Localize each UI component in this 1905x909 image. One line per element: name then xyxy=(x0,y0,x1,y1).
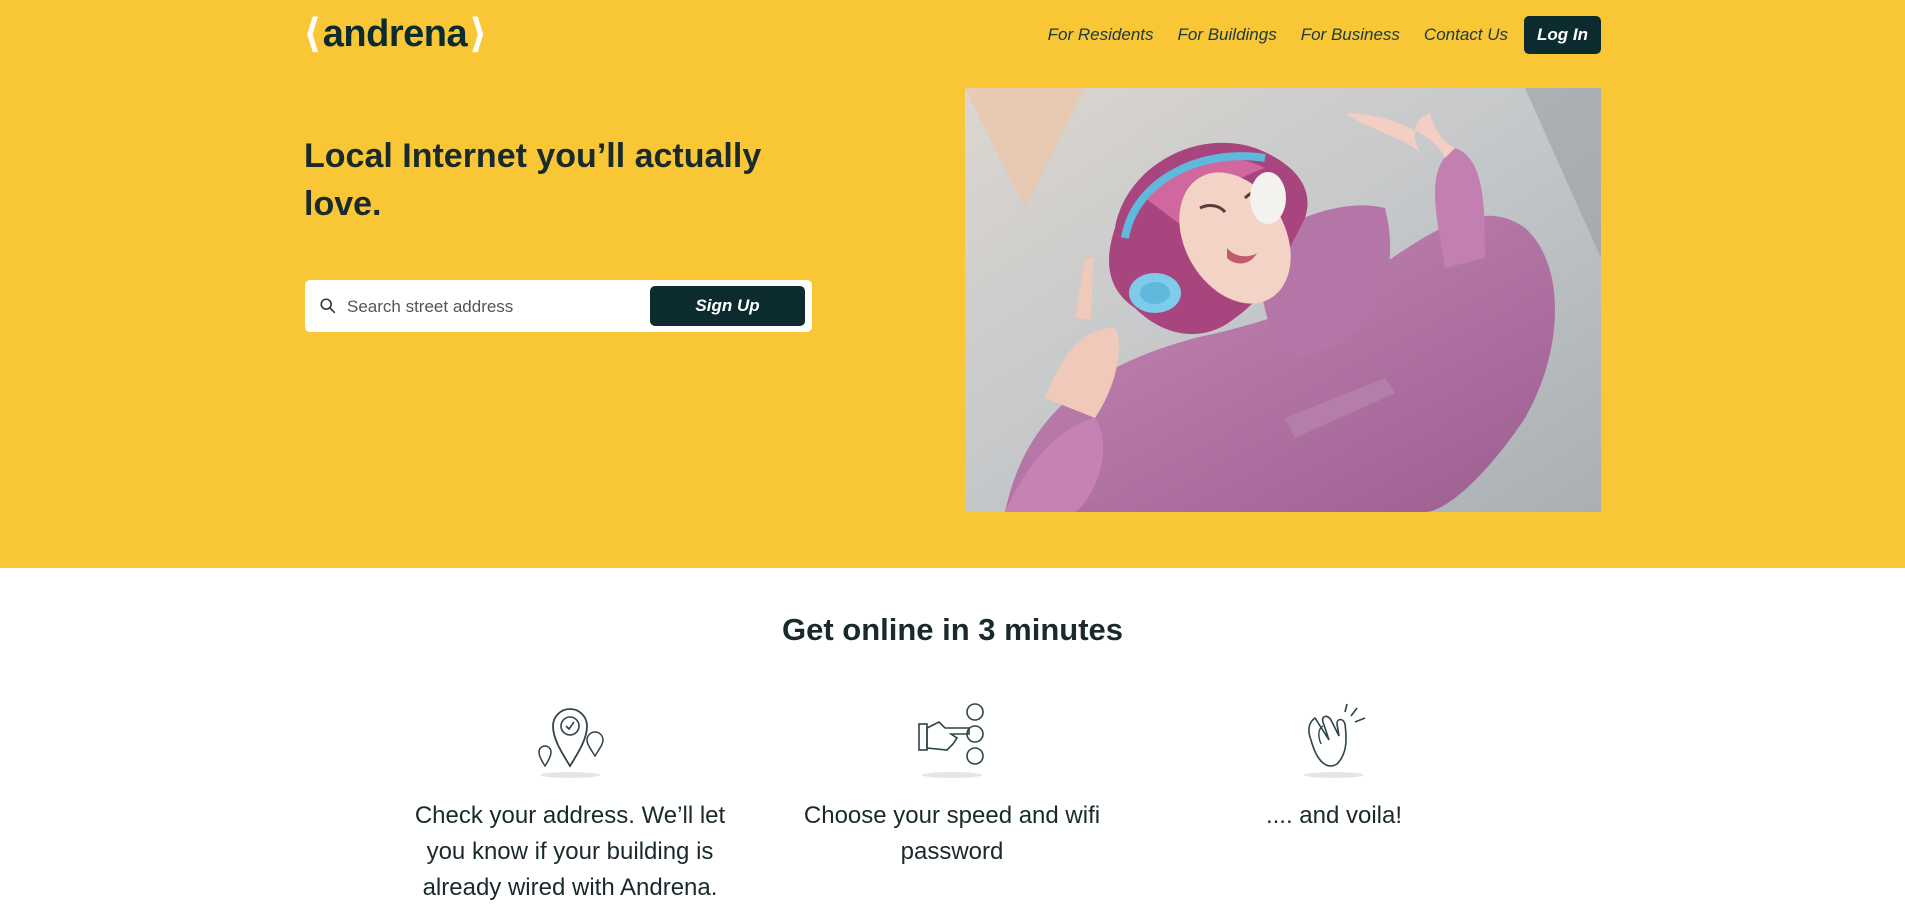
nav-for-residents[interactable]: For Residents xyxy=(1048,25,1154,45)
location-pin-check-icon xyxy=(538,708,604,778)
hero-section: ⟨ andrena ⟩ For Residents For Buildings … xyxy=(0,0,1905,568)
step-text: .... and voila! xyxy=(1265,802,1403,829)
top-nav: For Residents For Buildings For Business… xyxy=(1024,16,1601,54)
how-it-works-title: Get online in 3 minutes xyxy=(781,612,1124,647)
logo-right-bracket: ⟩ xyxy=(469,12,487,56)
address-search-form: Sign Up xyxy=(305,280,812,332)
address-search-input[interactable] xyxy=(345,290,629,324)
logo-text: andrena xyxy=(322,12,468,55)
hero-headline: Local Internet you’ll actually love. xyxy=(304,137,762,223)
hero-image xyxy=(965,88,1601,512)
woman-with-headphones-illustration xyxy=(965,88,1601,512)
search-icon xyxy=(320,298,336,314)
step-check-address: Check your address. We’ll let you know i… xyxy=(400,700,740,906)
signup-button[interactable]: Sign Up xyxy=(650,286,805,326)
andrena-logo[interactable]: ⟨ andrena ⟩ xyxy=(303,12,487,56)
clapping-hands-icon xyxy=(1304,703,1366,778)
step-voila: .... and voila! xyxy=(1164,700,1504,834)
step-choose-speed: Choose your speed and wifi password xyxy=(782,700,1122,870)
nav-for-buildings[interactable]: For Buildings xyxy=(1178,25,1277,45)
step-text: Check your address. We’ll let you know i… xyxy=(414,802,726,901)
nav-contact-us[interactable]: Contact Us xyxy=(1424,25,1508,45)
step-text: Choose your speed and wifi password xyxy=(803,802,1101,865)
hand-pointing-buttons-icon xyxy=(918,703,984,778)
login-button[interactable]: Log In xyxy=(1524,16,1601,54)
logo-left-bracket: ⟨ xyxy=(303,12,321,56)
nav-for-business[interactable]: For Business xyxy=(1301,25,1400,45)
